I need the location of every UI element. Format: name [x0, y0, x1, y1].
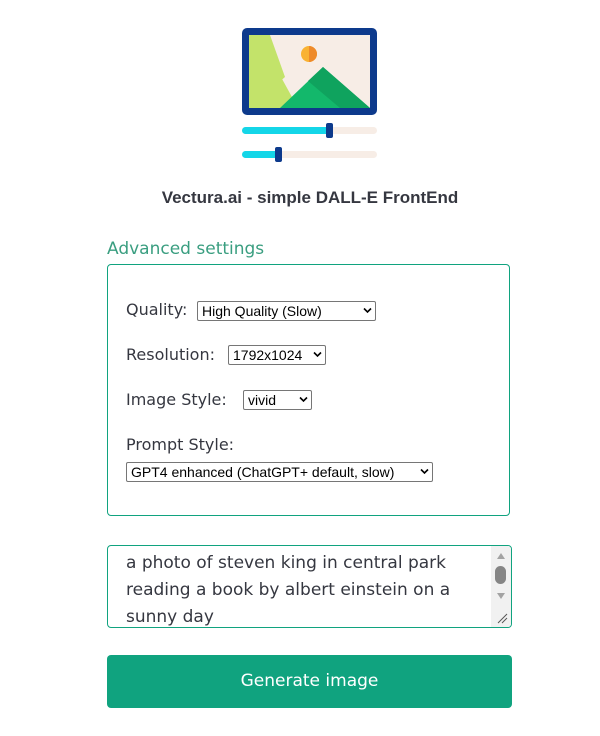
- chevron-down-icon: [299, 396, 308, 403]
- advanced-settings-toggle[interactable]: Advanced settings: [107, 239, 264, 259]
- generate-image-button[interactable]: Generate image: [107, 655, 512, 708]
- prompt-textarea[interactable]: a photo of steven king in central park r…: [107, 545, 512, 628]
- scroll-down-arrow-icon[interactable]: [496, 592, 506, 600]
- chevron-down-icon: [313, 351, 322, 358]
- chevron-down-icon: [420, 468, 429, 475]
- prompt-scrollbar[interactable]: [491, 546, 511, 608]
- prompt-style-select[interactable]: GPT4 enhanced (ChatGPT+ default, slow): [126, 462, 433, 482]
- app-title: Vectura.ai - simple DALL-E FrontEnd: [161, 188, 459, 207]
- chevron-down-icon: [363, 307, 372, 314]
- quality-select[interactable]: High Quality (Slow): [197, 301, 376, 321]
- scroll-thumb[interactable]: [495, 566, 506, 584]
- image-style-select-value: vivid: [248, 392, 277, 408]
- prompt-text: a photo of steven king in central park r…: [126, 553, 451, 627]
- resolution-select[interactable]: 1792x1024: [228, 345, 326, 365]
- resize-handle-icon[interactable]: [491, 607, 511, 627]
- image-sliders-icon: [242, 28, 377, 162]
- image-style-label: Image Style:: [126, 390, 227, 409]
- prompt-style-select-value: GPT4 enhanced (ChatGPT+ default, slow): [131, 464, 395, 480]
- image-style-select[interactable]: vivid: [243, 390, 312, 410]
- resolution-label: Resolution:: [126, 345, 215, 364]
- resolution-select-value: 1792x1024: [233, 347, 303, 363]
- quality-label: Quality:: [126, 300, 188, 319]
- prompt-style-label: Prompt Style:: [126, 435, 235, 454]
- quality-select-value: High Quality (Slow): [202, 303, 322, 319]
- scroll-up-arrow-icon[interactable]: [496, 552, 506, 560]
